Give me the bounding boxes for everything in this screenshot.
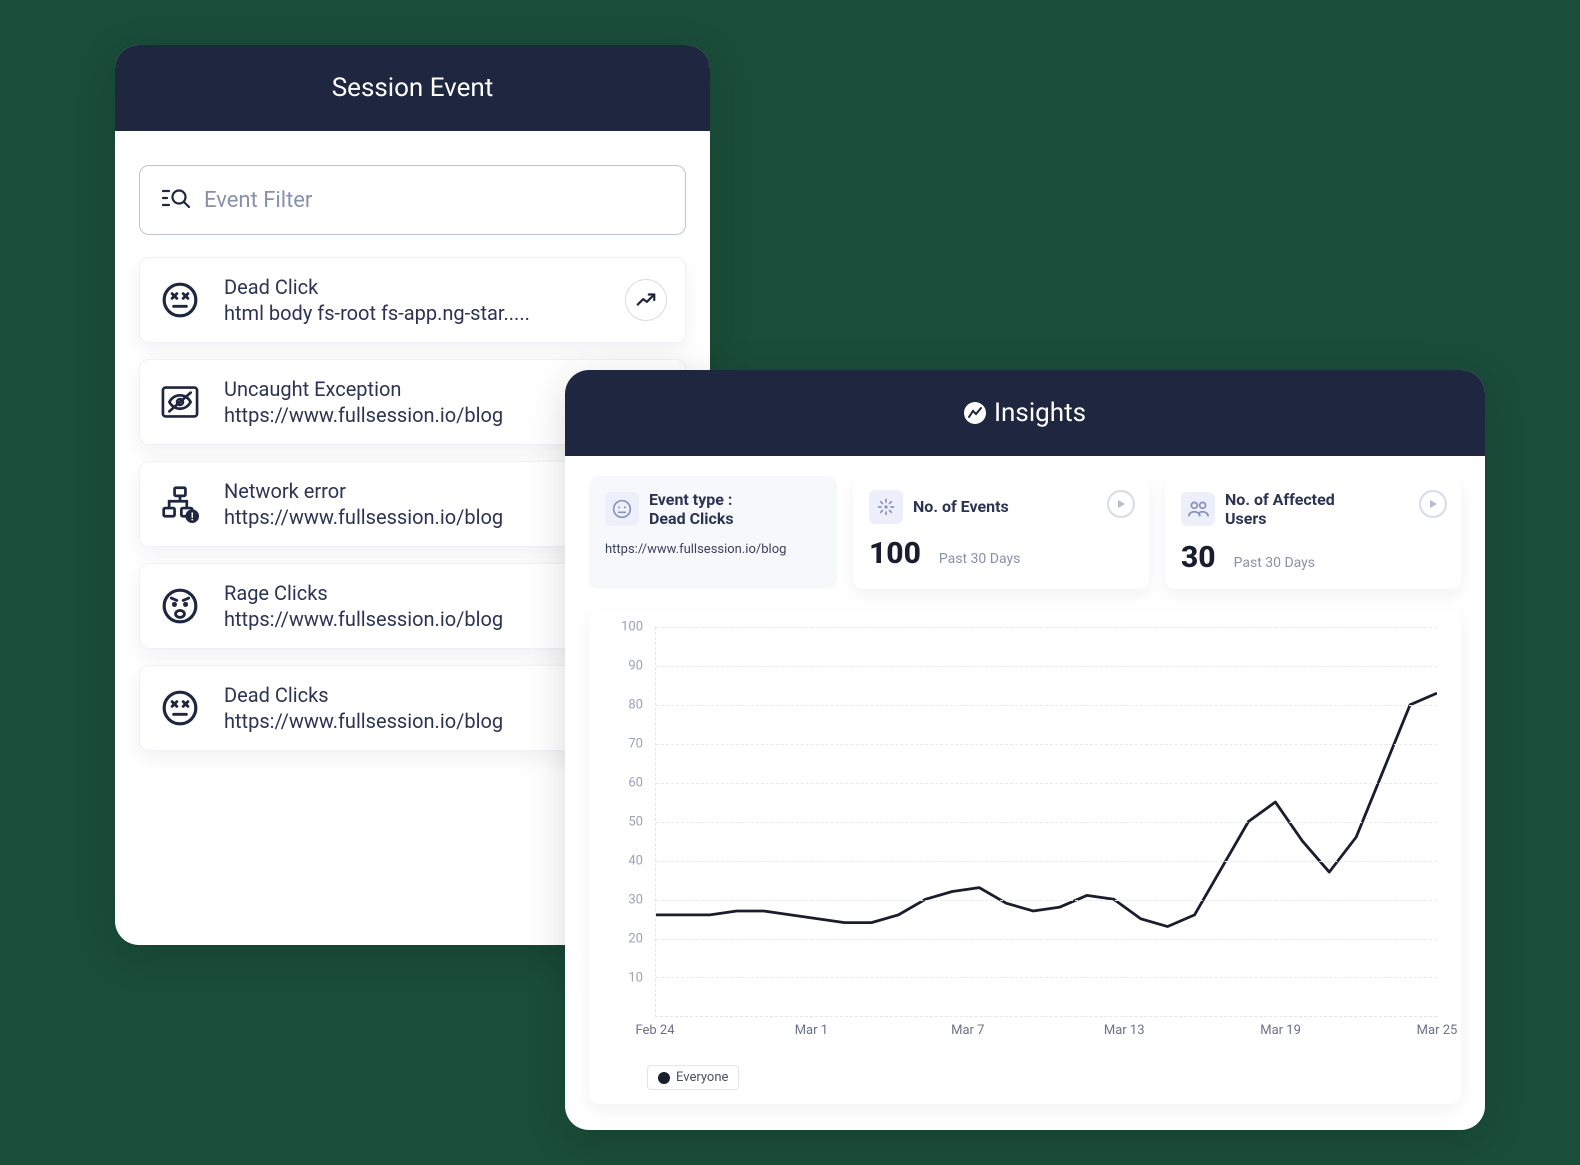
insights-header-icon [964,402,986,424]
play-icon[interactable] [1419,490,1447,518]
event-row[interactable]: Dead Clickhtml body fs-root fs-app.ng-st… [139,257,686,343]
gridline [656,744,1437,745]
chart-card: 100 90 80 70 60 50 40 30 20 10 Feb 24 Mar 1 Mar 7 Ma… [589,609,1461,1104]
stat-event-type-label: Event type : [649,490,734,509]
y-tick: 90 [628,659,643,674]
stat-events-label: No. of Events [913,497,1009,516]
insights-header: Insights [565,370,1485,456]
session-event-header: Session Event [115,45,710,131]
chart-area: 100908070605040302010 Feb 24Mar 1Mar 7Ma… [609,627,1441,1057]
eye-off-icon [158,380,202,424]
neutral-face-icon [605,492,639,526]
x-tick: Mar 1 [795,1023,828,1038]
users-icon [1181,492,1215,526]
chart-y-axis: 100908070605040302010 [609,627,649,1017]
stat-users-label: No. of Affected Users [1225,490,1365,528]
rage-face-icon [158,584,202,628]
stat-card-events[interactable]: No. of Events 100 Past 30 Days [853,476,1149,589]
gridline [656,861,1437,862]
session-event-title: Session Event [332,73,494,103]
stat-card-users[interactable]: No. of Affected Users 30 Past 30 Days [1165,476,1461,589]
gridline [656,822,1437,823]
stat-row: Event type : Dead Clicks https://www.ful… [589,476,1461,589]
play-icon[interactable] [1107,490,1135,518]
stat-event-type-url: https://www.fullsession.io/blog [605,542,821,557]
insights-panel: Insights Event type : Dead Clicks https:… [565,370,1485,1130]
gridline [656,705,1437,706]
dead-face-icon [158,278,202,322]
stat-events-period: Past 30 Days [939,551,1020,567]
y-tick: 40 [628,854,643,869]
y-tick: 80 [628,698,643,713]
event-title: Dead Click [224,274,603,300]
y-tick: 70 [628,737,643,752]
legend-dot-icon [658,1072,670,1084]
gridline [656,977,1437,978]
insights-body: Event type : Dead Clicks https://www.ful… [565,456,1485,1124]
stat-users-period: Past 30 Days [1234,555,1315,571]
chart-legend[interactable]: Everyone [647,1065,739,1090]
stat-card-event-type[interactable]: Event type : Dead Clicks https://www.ful… [589,476,837,589]
gridline [656,666,1437,667]
filter-search-icon [162,186,190,214]
gridline [656,627,1437,628]
chart-x-axis: Feb 24Mar 1Mar 7Mar 13Mar 19Mar 25 [655,1017,1437,1057]
dead-face-icon [158,686,202,730]
y-tick: 50 [628,815,643,830]
svg-text:!: ! [191,510,194,523]
legend-label: Everyone [676,1070,728,1085]
gridline [656,900,1437,901]
gridline [656,783,1437,784]
y-tick: 60 [628,776,643,791]
stat-event-type-value: Dead Clicks [649,509,734,528]
y-tick: 30 [628,893,643,908]
event-filter-placeholder: Event Filter [204,188,312,213]
gridline [656,939,1437,940]
y-tick: 10 [628,971,643,986]
x-tick: Mar 13 [1104,1023,1145,1038]
network-icon: ! [158,482,202,526]
click-burst-icon [869,490,903,524]
x-tick: Mar 25 [1417,1023,1458,1038]
insights-title: Insights [994,398,1086,428]
x-tick: Feb 24 [635,1023,674,1038]
y-tick: 20 [628,932,643,947]
stat-events-value: 100 [869,536,921,571]
event-subtitle: html body fs-root fs-app.ng-star..... [224,300,603,326]
event-filter-input[interactable]: Event Filter [139,165,686,235]
event-text: Dead Clickhtml body fs-root fs-app.ng-st… [224,274,603,326]
stat-users-value: 30 [1181,540,1216,575]
x-tick: Mar 7 [951,1023,984,1038]
y-tick: 100 [621,620,643,635]
x-tick: Mar 19 [1260,1023,1301,1038]
chart-plot [655,627,1437,1017]
trend-button[interactable] [625,279,667,321]
